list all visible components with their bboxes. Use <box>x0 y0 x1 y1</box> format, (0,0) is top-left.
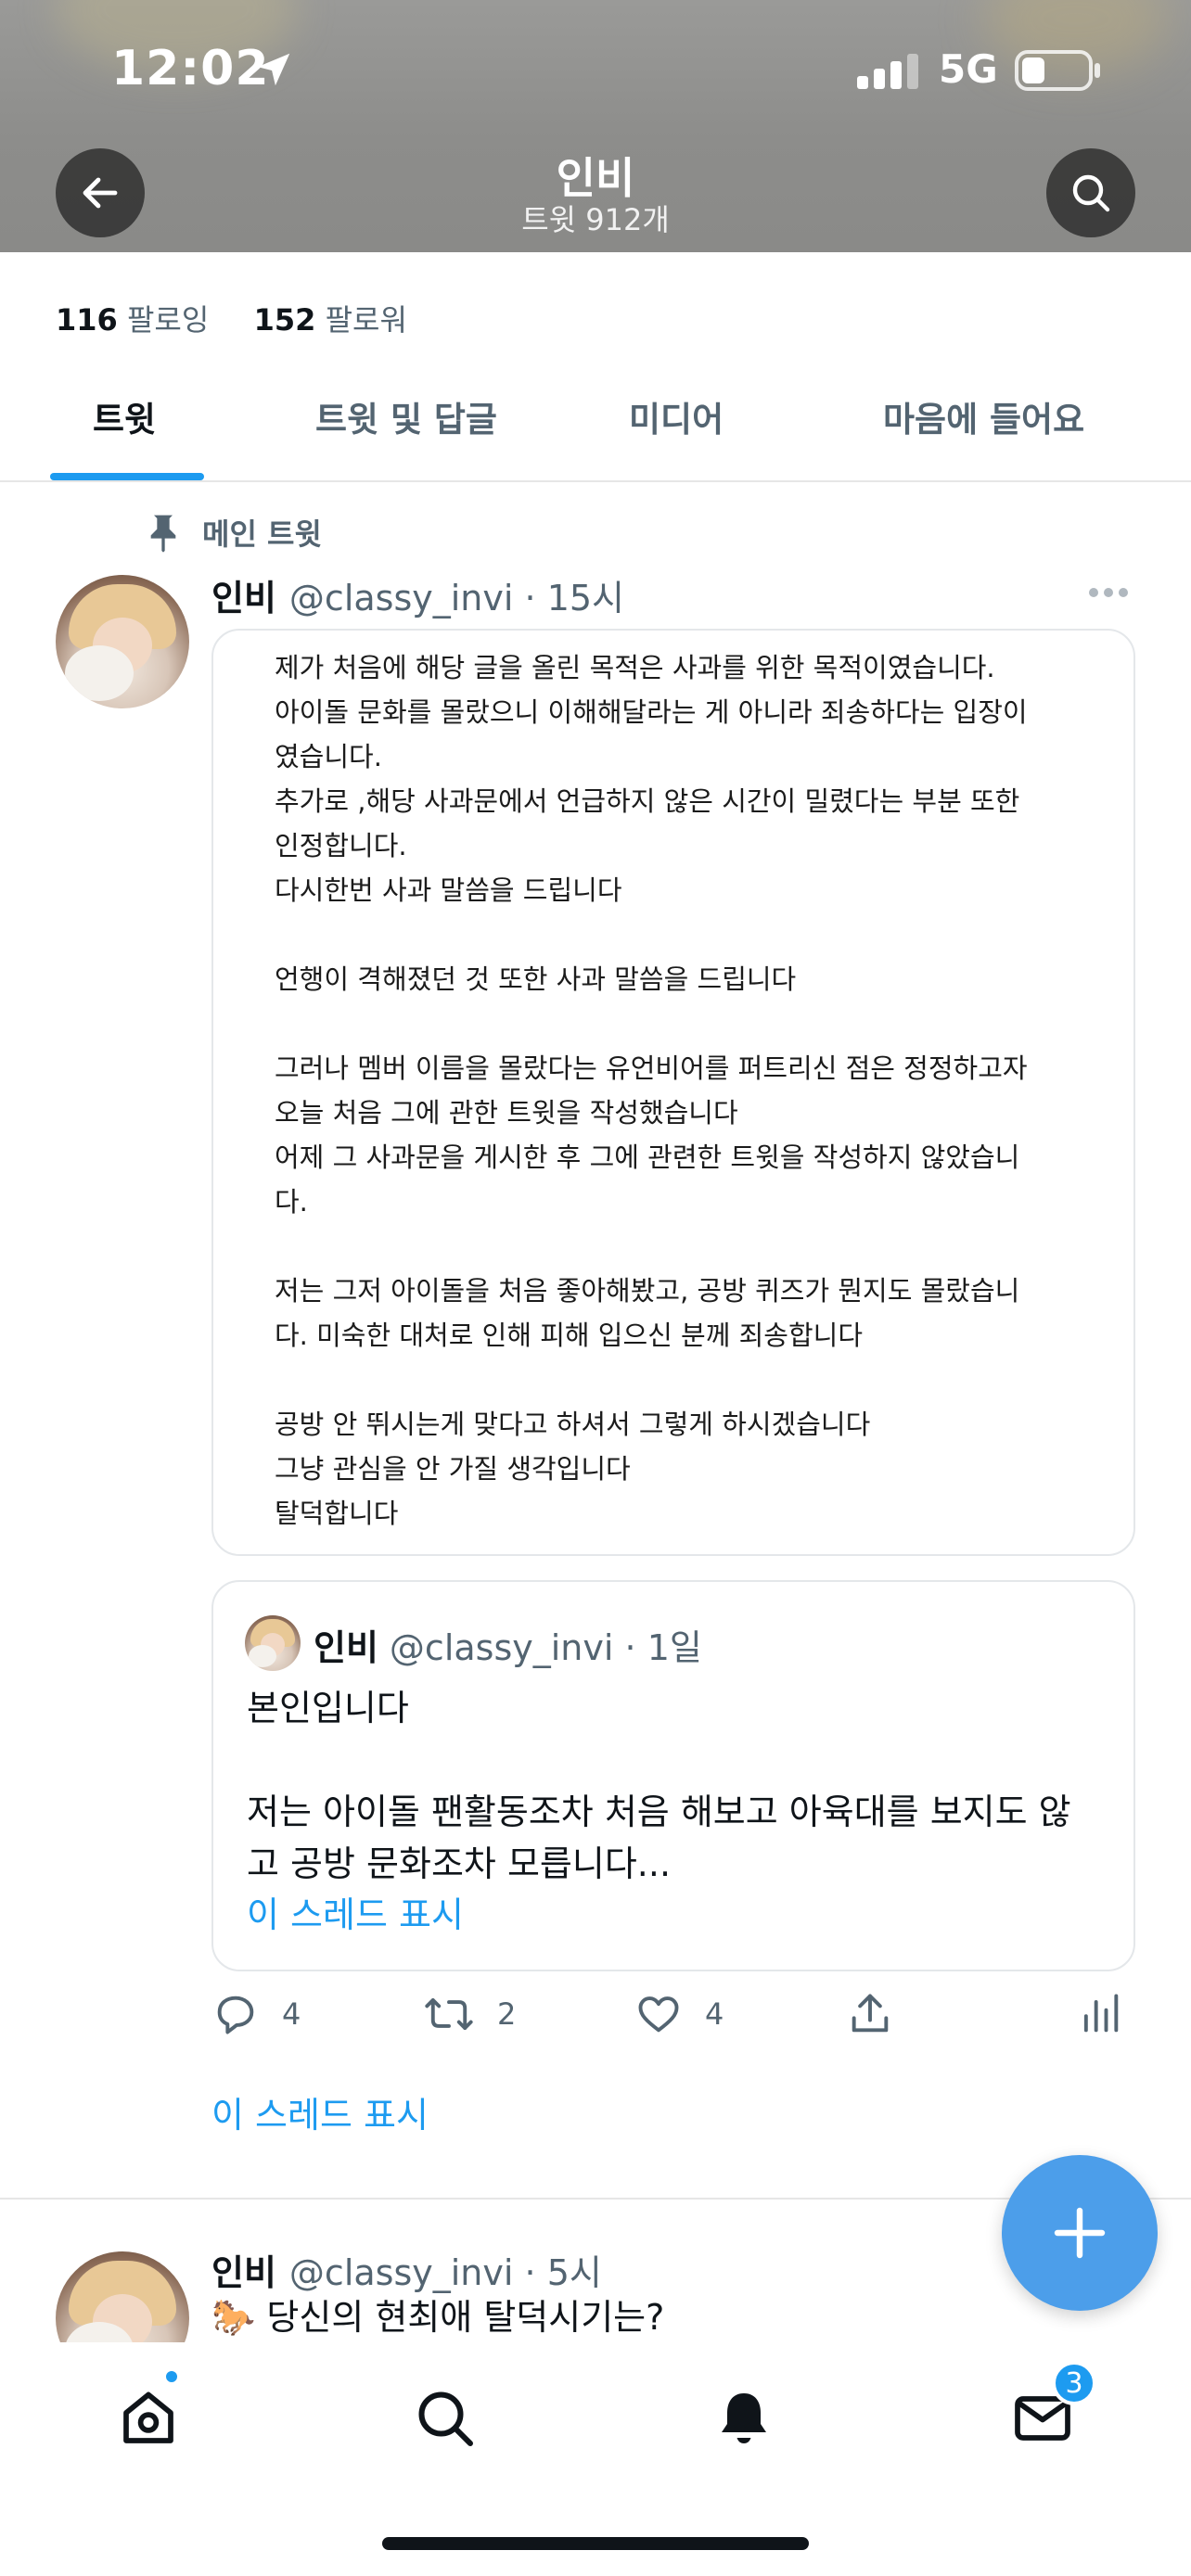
more-options-icon[interactable] <box>1087 586 1130 599</box>
text-line: 탈덕합니다 <box>275 1498 399 1529</box>
network-type: 5G <box>939 46 998 92</box>
show-thread-link[interactable]: 이 스레드 표시 <box>211 2086 429 2137</box>
quoted-tweet-header: 인비 @classy_invi · 1일 <box>314 1619 702 1670</box>
analytics-button[interactable] <box>1076 1990 1124 2038</box>
pinned-indicator: 메인 트윗 <box>145 512 322 553</box>
handle: @classy_invi <box>288 578 514 618</box>
tweet-header: 인비 @classy_invi · 15시 <box>211 569 624 620</box>
tab-likes[interactable]: 마음에 들어요 <box>883 391 1084 441</box>
retweet-count: 2 <box>497 1996 517 2032</box>
heart-icon <box>638 1996 679 2033</box>
avatar[interactable] <box>56 575 189 708</box>
text-line: 어제 그 사과문을 게시한 후 그에 관련한 트윗을 작성하지 않았습니 <box>275 1141 1020 1173</box>
share-button[interactable] <box>846 1990 894 2038</box>
reply-button[interactable]: 4 <box>211 1990 301 2038</box>
text-line: 인정합니다. <box>275 830 407 861</box>
text-line: 였습니다. <box>275 741 382 772</box>
pinned-label: 메인 트윗 <box>202 516 322 552</box>
tweet-image[interactable]: 제가 처음에 해당 글을 올린 목적은 사과를 위한 목적이였습니다. 아이돌 문… <box>211 629 1135 1556</box>
nav-search[interactable] <box>408 2381 482 2455</box>
horse-emoji: 🐎 <box>211 2297 256 2338</box>
compose-tweet-button[interactable] <box>1002 2155 1158 2311</box>
tweet-time: · 5시 <box>524 2252 602 2293</box>
text-line <box>275 1358 1091 1402</box>
text-line: 저는 그저 아이돌을 처음 좋아해봤고, 공방 퀴즈가 뭔지도 몰랐습니 <box>275 1275 1020 1307</box>
tweet-count: 트윗 912개 <box>521 202 670 237</box>
tweet-body: 당신의 현최애 탈덕시기는? <box>266 2297 665 2338</box>
quoted-time: · 1일 <box>624 1627 702 1668</box>
profile-header: 12:02 5G 인비 트윗 912개 <box>0 0 1191 252</box>
text-line: 고 공방 문화조차 모릅니다... <box>247 1843 672 1884</box>
pin-icon <box>150 515 176 553</box>
retweet-button[interactable]: 2 <box>423 1990 516 2038</box>
cellular-signal-icon <box>857 54 918 89</box>
quoted-show-thread-link[interactable]: 이 스레드 표시 <box>247 1886 464 1937</box>
follow-stats: 116 팔로잉 152 팔로워 <box>56 297 407 339</box>
tab-tweets[interactable]: 트윗 <box>93 391 156 441</box>
display-name[interactable]: 인비 <box>211 578 276 618</box>
quoted-tweet[interactable]: 인비 @classy_invi · 1일 본인입니다저는 아이돌 팬활동조차 처음… <box>211 1580 1135 1971</box>
text-line: 제가 처음에 해당 글을 올린 목적은 사과를 위한 목적이였습니다. <box>275 652 995 683</box>
home-icon <box>123 2391 173 2443</box>
text-line: 공방 안 뛰시는게 맞다고 하셔서 그렇게 하시겠습니다 <box>275 1409 871 1440</box>
search-button[interactable] <box>1046 148 1135 237</box>
text-line: 본인입니다 <box>247 1688 409 1728</box>
following-link[interactable]: 116 팔로잉 <box>56 302 209 338</box>
plus-icon <box>1054 2207 1106 2259</box>
text-line: 그냥 관심을 안 가질 생각입니다 <box>275 1453 631 1485</box>
quoted-avatar <box>245 1615 301 1671</box>
analytics-icon <box>1083 1994 1119 2033</box>
like-button[interactable]: 4 <box>634 1990 724 2038</box>
tab-media[interactable]: 미디어 <box>629 391 724 441</box>
search-icon <box>1072 174 1110 212</box>
tweet-time: · 15시 <box>524 578 625 618</box>
status-time: 12:02 <box>111 41 270 96</box>
text-line: 다시한번 사과 말씀을 드립니다 <box>275 874 622 906</box>
followers-link[interactable]: 152 팔로워 <box>254 302 407 338</box>
text-line: 오늘 처음 그에 관한 트윗을 작성했습니다 <box>275 1097 738 1129</box>
text-line <box>275 1224 1091 1269</box>
text-line: 다. 미숙한 대처로 인해 피해 입으신 분께 죄송합니다 <box>275 1320 864 1351</box>
text-line: 언행이 격해졌던 것 또한 사과 말씀을 드립니다 <box>275 963 797 995</box>
nav-notifications[interactable] <box>707 2381 781 2455</box>
search-icon <box>418 2391 473 2446</box>
tweet-actions: 4 2 4 <box>211 1990 1135 2049</box>
quoted-display-name: 인비 <box>314 1627 378 1668</box>
image-text: 제가 처음에 해당 글을 올린 목적은 사과를 위한 목적이였습니다. 아이돌 문… <box>275 645 1091 1536</box>
nav-home[interactable] <box>111 2381 186 2455</box>
display-name[interactable]: 인비 <box>211 2252 276 2293</box>
home-indicator <box>382 2537 809 2550</box>
messages-badge: 3 <box>1052 2361 1096 2405</box>
text-line: 그러나 멤버 이름을 몰랐다는 유언비어를 퍼트리신 점은 정정하고자 <box>275 1052 1028 1084</box>
retweet-icon <box>425 1997 473 2031</box>
reply-count: 4 <box>282 1996 301 2032</box>
text-line: 저는 아이돌 팬활동조차 처음 해보고 아육대를 보지도 않 <box>247 1792 1071 1832</box>
tweet-header: 인비 @classy_invi · 5시 <box>211 2244 602 2295</box>
active-tab-indicator <box>50 473 204 480</box>
home-notification-dot <box>163 2368 180 2385</box>
quoted-handle: @classy_invi <box>389 1627 614 1668</box>
text-line <box>247 1734 1119 1786</box>
location-arrow-icon <box>257 53 290 86</box>
text-line: 아이돌 문화를 몰랐으니 이해해달라는 게 아니라 죄송하다는 입장이 <box>275 696 1028 728</box>
text-line <box>275 1001 1091 1046</box>
quoted-tweet-text: 본인입니다저는 아이돌 팬활동조차 처음 해보고 아육대를 보지도 않고 공방 … <box>247 1682 1119 1890</box>
share-icon <box>852 1994 889 2033</box>
bell-icon <box>722 2393 766 2443</box>
text-line: 다. <box>275 1186 308 1218</box>
like-count: 4 <box>705 1996 724 2032</box>
handle: @classy_invi <box>288 2252 514 2293</box>
reply-icon <box>217 1996 254 2034</box>
tab-tweets-and-replies[interactable]: 트윗 및 답글 <box>315 391 497 441</box>
text-line <box>275 912 1091 957</box>
tweet-text: 🐎 당신의 현최애 탈덕시기는? <box>211 2289 664 2340</box>
text-line: 추가로 ,해당 사과문에서 언급하지 않은 시간이 밀렸다는 부분 또한 <box>275 785 1020 817</box>
battery-icon <box>1015 50 1100 91</box>
profile-tabs: 트윗 트윗 및 답글 미디어 마음에 들어요 <box>0 371 1191 482</box>
